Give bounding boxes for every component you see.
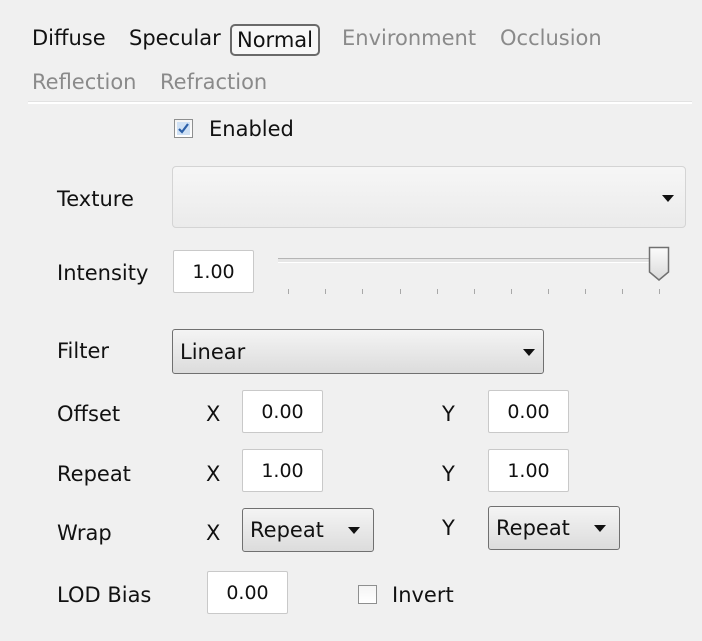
intensity-slider-thumb[interactable] [648, 246, 670, 287]
offset-y-label: Y [442, 402, 455, 426]
texture-label: Texture [57, 187, 134, 211]
slider-tick [288, 289, 289, 294]
invert-checkbox[interactable] [358, 585, 377, 604]
offset-x-label: X [206, 402, 221, 426]
intensity-input[interactable]: 1.00 [173, 250, 254, 293]
slider-tick [511, 289, 512, 294]
enabled-checkbox[interactable] [174, 119, 193, 138]
filter-value: Linear [180, 339, 246, 364]
slider-tick [362, 289, 363, 294]
filter-dropdown-arrow-icon[interactable] [523, 349, 535, 356]
slider-tick [474, 289, 475, 294]
repeat-y-input[interactable]: 1.00 [488, 449, 569, 492]
slider-tick [622, 289, 623, 294]
check-icon [177, 122, 190, 135]
enabled-label: Enabled [209, 117, 294, 141]
lod-bias-input[interactable]: 0.00 [207, 571, 288, 614]
slider-tick [437, 289, 438, 294]
tab-separator [28, 101, 692, 104]
tab-specular[interactable]: Specular [129, 26, 221, 50]
tab-environment[interactable]: Environment [342, 26, 476, 50]
slider-tick [325, 289, 326, 294]
slider-tick [659, 289, 660, 294]
intensity-slider-track[interactable] [278, 258, 660, 263]
tab-refraction[interactable]: Refraction [160, 70, 267, 94]
wrap-x-dropdown-arrow-icon[interactable] [348, 527, 360, 534]
texture-dropdown[interactable] [172, 166, 686, 228]
repeat-label: Repeat [57, 462, 131, 486]
tab-diffuse[interactable]: Diffuse [32, 26, 106, 50]
slider-tick [400, 289, 401, 294]
slider-tick [585, 289, 586, 294]
offset-x-input[interactable]: 0.00 [242, 390, 323, 433]
wrap-y-dropdown-arrow-icon[interactable] [594, 525, 606, 532]
repeat-x-label: X [206, 462, 221, 486]
repeat-y-label: Y [442, 462, 455, 486]
offset-label: Offset [57, 402, 121, 426]
wrap-label: Wrap [57, 521, 112, 545]
filter-dropdown[interactable]: Linear [172, 329, 544, 374]
wrap-x-label: X [206, 521, 221, 545]
wrap-x-value: Repeat [250, 518, 324, 542]
wrap-y-label: Y [442, 516, 455, 540]
filter-label: Filter [57, 339, 110, 363]
tab-reflection[interactable]: Reflection [32, 70, 137, 94]
wrap-y-value: Repeat [496, 516, 570, 540]
tab-normal[interactable]: Normal [230, 24, 320, 56]
intensity-label: Intensity [57, 261, 149, 285]
texture-dropdown-arrow-icon[interactable] [662, 195, 674, 202]
tab-occlusion[interactable]: Occlusion [500, 26, 602, 50]
slider-tick [548, 289, 549, 294]
repeat-x-input[interactable]: 1.00 [242, 449, 323, 492]
invert-label: Invert [392, 583, 454, 607]
lod-bias-label: LOD Bias [57, 583, 152, 607]
offset-y-input[interactable]: 0.00 [488, 390, 569, 433]
